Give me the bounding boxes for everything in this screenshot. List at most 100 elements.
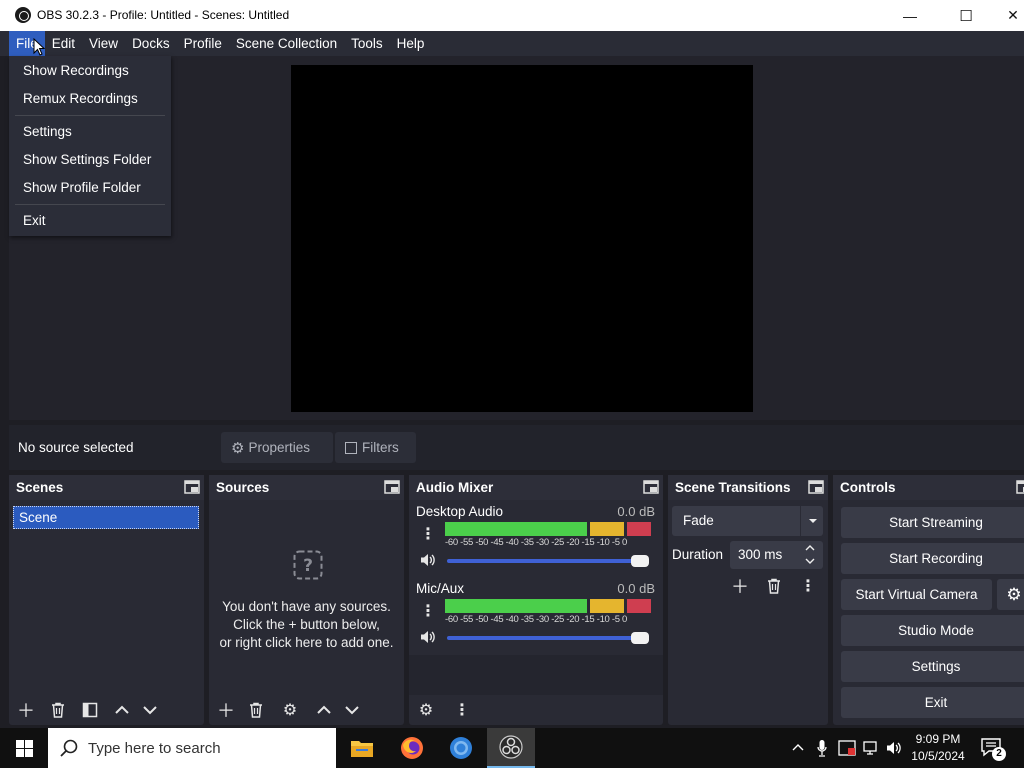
mute-button[interactable] — [417, 549, 439, 571]
move-scene-down-button[interactable] — [139, 699, 161, 721]
menu-item-show-recordings[interactable]: Show Recordings — [23, 63, 129, 78]
start-recording-button[interactable]: Start Recording — [841, 543, 1024, 574]
chevron-up-icon — [317, 705, 331, 714]
mixer-toolbar: ⚙ ⋮ — [409, 695, 663, 725]
chevron-down-icon[interactable] — [805, 557, 815, 565]
audio-mixer-dock: Audio Mixer Desktop Audio 0.0 dB ⋮ -60 -… — [409, 475, 663, 725]
kebab-menu-icon: ⋮ — [420, 526, 436, 543]
mixer-channel: Mic/Aux 0.0 dB ⋮ -60 -55 -50 -45 -40 -35… — [409, 578, 663, 654]
title-bar: OBS 30.2.3 - Profile: Untitled - Scenes:… — [0, 0, 1024, 31]
filters-icon — [345, 441, 357, 454]
file-dropdown-menu: Show Recordings Remux Recordings Setting… — [9, 56, 171, 236]
plus-icon: ＋ — [217, 701, 235, 721]
menu-scene-collection[interactable]: Scene Collection — [229, 31, 344, 56]
volume-slider[interactable] — [447, 632, 649, 644]
settings-button[interactable]: Settings — [841, 651, 1024, 682]
mixer-menu-button[interactable]: ⋮ — [451, 699, 473, 721]
firefox-taskbar-icon[interactable] — [400, 736, 424, 763]
advanced-audio-properties-button[interactable]: ⚙ — [415, 699, 437, 721]
remove-source-button[interactable] — [245, 699, 267, 721]
add-scene-button[interactable]: ＋ — [15, 699, 37, 721]
volume-slider-handle[interactable] — [631, 632, 649, 644]
move-source-up-button[interactable] — [313, 699, 335, 721]
add-source-button[interactable]: ＋ — [215, 699, 237, 721]
virtual-camera-settings-button[interactable]: ⚙ — [997, 579, 1024, 610]
preview-canvas[interactable] — [291, 65, 753, 412]
menu-profile[interactable]: Profile — [177, 31, 229, 56]
menu-separator — [15, 115, 165, 116]
menu-edit[interactable]: Edit — [45, 31, 82, 56]
undock-icon[interactable] — [384, 480, 400, 494]
kebab-menu-icon: ⋮ — [420, 603, 436, 620]
source-status: No source selected — [18, 440, 134, 455]
file-explorer-taskbar-icon[interactable] — [350, 738, 374, 761]
speaker-icon — [421, 631, 435, 643]
menu-help[interactable]: Help — [390, 31, 432, 56]
minimize-button[interactable]: — — [887, 0, 933, 31]
mixer-channel: Desktop Audio 0.0 dB ⋮ -60 -55 -50 -45 -… — [409, 501, 663, 577]
maximize-button[interactable]: ☐ — [943, 0, 989, 31]
add-transition-button[interactable]: ＋ — [729, 575, 751, 597]
channel-name: Mic/Aux — [416, 581, 465, 596]
volume-icon[interactable] — [886, 740, 904, 756]
undock-icon[interactable] — [1016, 480, 1024, 494]
undock-icon[interactable] — [643, 480, 659, 494]
transition-select[interactable]: Fade — [672, 506, 823, 536]
exit-button[interactable]: Exit — [841, 687, 1024, 718]
taskbar-clock[interactable]: 9:09 PM 10/5/2024 — [905, 731, 971, 765]
notification-center-button[interactable]: 2 — [980, 737, 1006, 761]
undock-icon[interactable] — [184, 480, 200, 494]
chevron-up-icon[interactable] — [805, 544, 815, 552]
menu-docks[interactable]: Docks — [125, 31, 177, 56]
sources-toolbar: ＋ ⚙ — [209, 695, 404, 725]
security-alert-icon[interactable] — [838, 740, 856, 756]
scene-transitions-dock: Scene Transitions Fade Duration 300 ms ＋… — [668, 475, 828, 725]
channel-menu-button[interactable]: ⋮ — [417, 523, 439, 545]
obs-taskbar-icon[interactable] — [487, 728, 535, 768]
start-button[interactable] — [0, 728, 48, 768]
channel-menu-button[interactable]: ⋮ — [417, 600, 439, 622]
clock-time: 9:09 PM — [915, 732, 961, 746]
remove-scene-button[interactable] — [47, 699, 69, 721]
undock-icon[interactable] — [808, 480, 824, 494]
move-source-down-button[interactable] — [341, 699, 363, 721]
menu-item-exit[interactable]: Exit — [23, 213, 46, 228]
microphone-icon[interactable] — [817, 739, 827, 757]
sources-dock[interactable]: Sources ? You don't have any sources. Cl… — [209, 475, 404, 725]
clock-date: 10/5/2024 — [911, 749, 965, 763]
menu-item-settings[interactable]: Settings — [23, 124, 72, 139]
gear-icon: ⚙ — [231, 439, 245, 457]
scene-filters-button[interactable] — [79, 699, 101, 721]
studio-mode-button[interactable]: Studio Mode — [841, 615, 1024, 646]
source-properties-button[interactable]: ⚙ — [279, 699, 301, 721]
obs-logo-icon — [15, 7, 31, 23]
trash-icon — [52, 702, 64, 718]
volume-slider-handle[interactable] — [631, 555, 649, 567]
network-icon[interactable] — [862, 740, 880, 756]
chrome-taskbar-icon[interactable] — [449, 736, 473, 763]
transition-menu-button[interactable]: ⋮ — [797, 575, 819, 597]
volume-slider[interactable] — [447, 555, 649, 567]
duration-spinbox[interactable]: 300 ms — [730, 541, 823, 569]
start-streaming-button[interactable]: Start Streaming — [841, 507, 1024, 538]
menu-view[interactable]: View — [82, 31, 125, 56]
taskbar-search-box[interactable]: Type here to search — [48, 728, 336, 768]
channel-level: 0.0 dB — [617, 504, 655, 519]
mute-button[interactable] — [417, 626, 439, 648]
scene-list-item[interactable]: Scene — [13, 506, 199, 529]
menu-item-show-profile-folder[interactable]: Show Profile Folder — [23, 180, 141, 195]
audio-mixer-header: Audio Mixer — [409, 475, 663, 500]
chevron-up-icon[interactable] — [792, 742, 804, 752]
close-button[interactable]: ✕ — [990, 0, 1024, 31]
properties-button[interactable]: ⚙ Properties — [221, 432, 333, 463]
start-virtual-camera-button[interactable]: Start Virtual Camera — [841, 579, 992, 610]
mixer-empty-area — [409, 655, 663, 695]
chevron-down-icon — [143, 706, 157, 715]
menu-item-show-settings-folder[interactable]: Show Settings Folder — [23, 152, 151, 167]
remove-transition-button[interactable] — [763, 575, 785, 597]
move-scene-up-button[interactable] — [111, 699, 133, 721]
menu-tools[interactable]: Tools — [344, 31, 390, 56]
filters-button[interactable]: Filters — [335, 432, 416, 463]
menu-item-remux-recordings[interactable]: Remux Recordings — [23, 91, 138, 106]
mouse-cursor-icon — [33, 38, 45, 56]
